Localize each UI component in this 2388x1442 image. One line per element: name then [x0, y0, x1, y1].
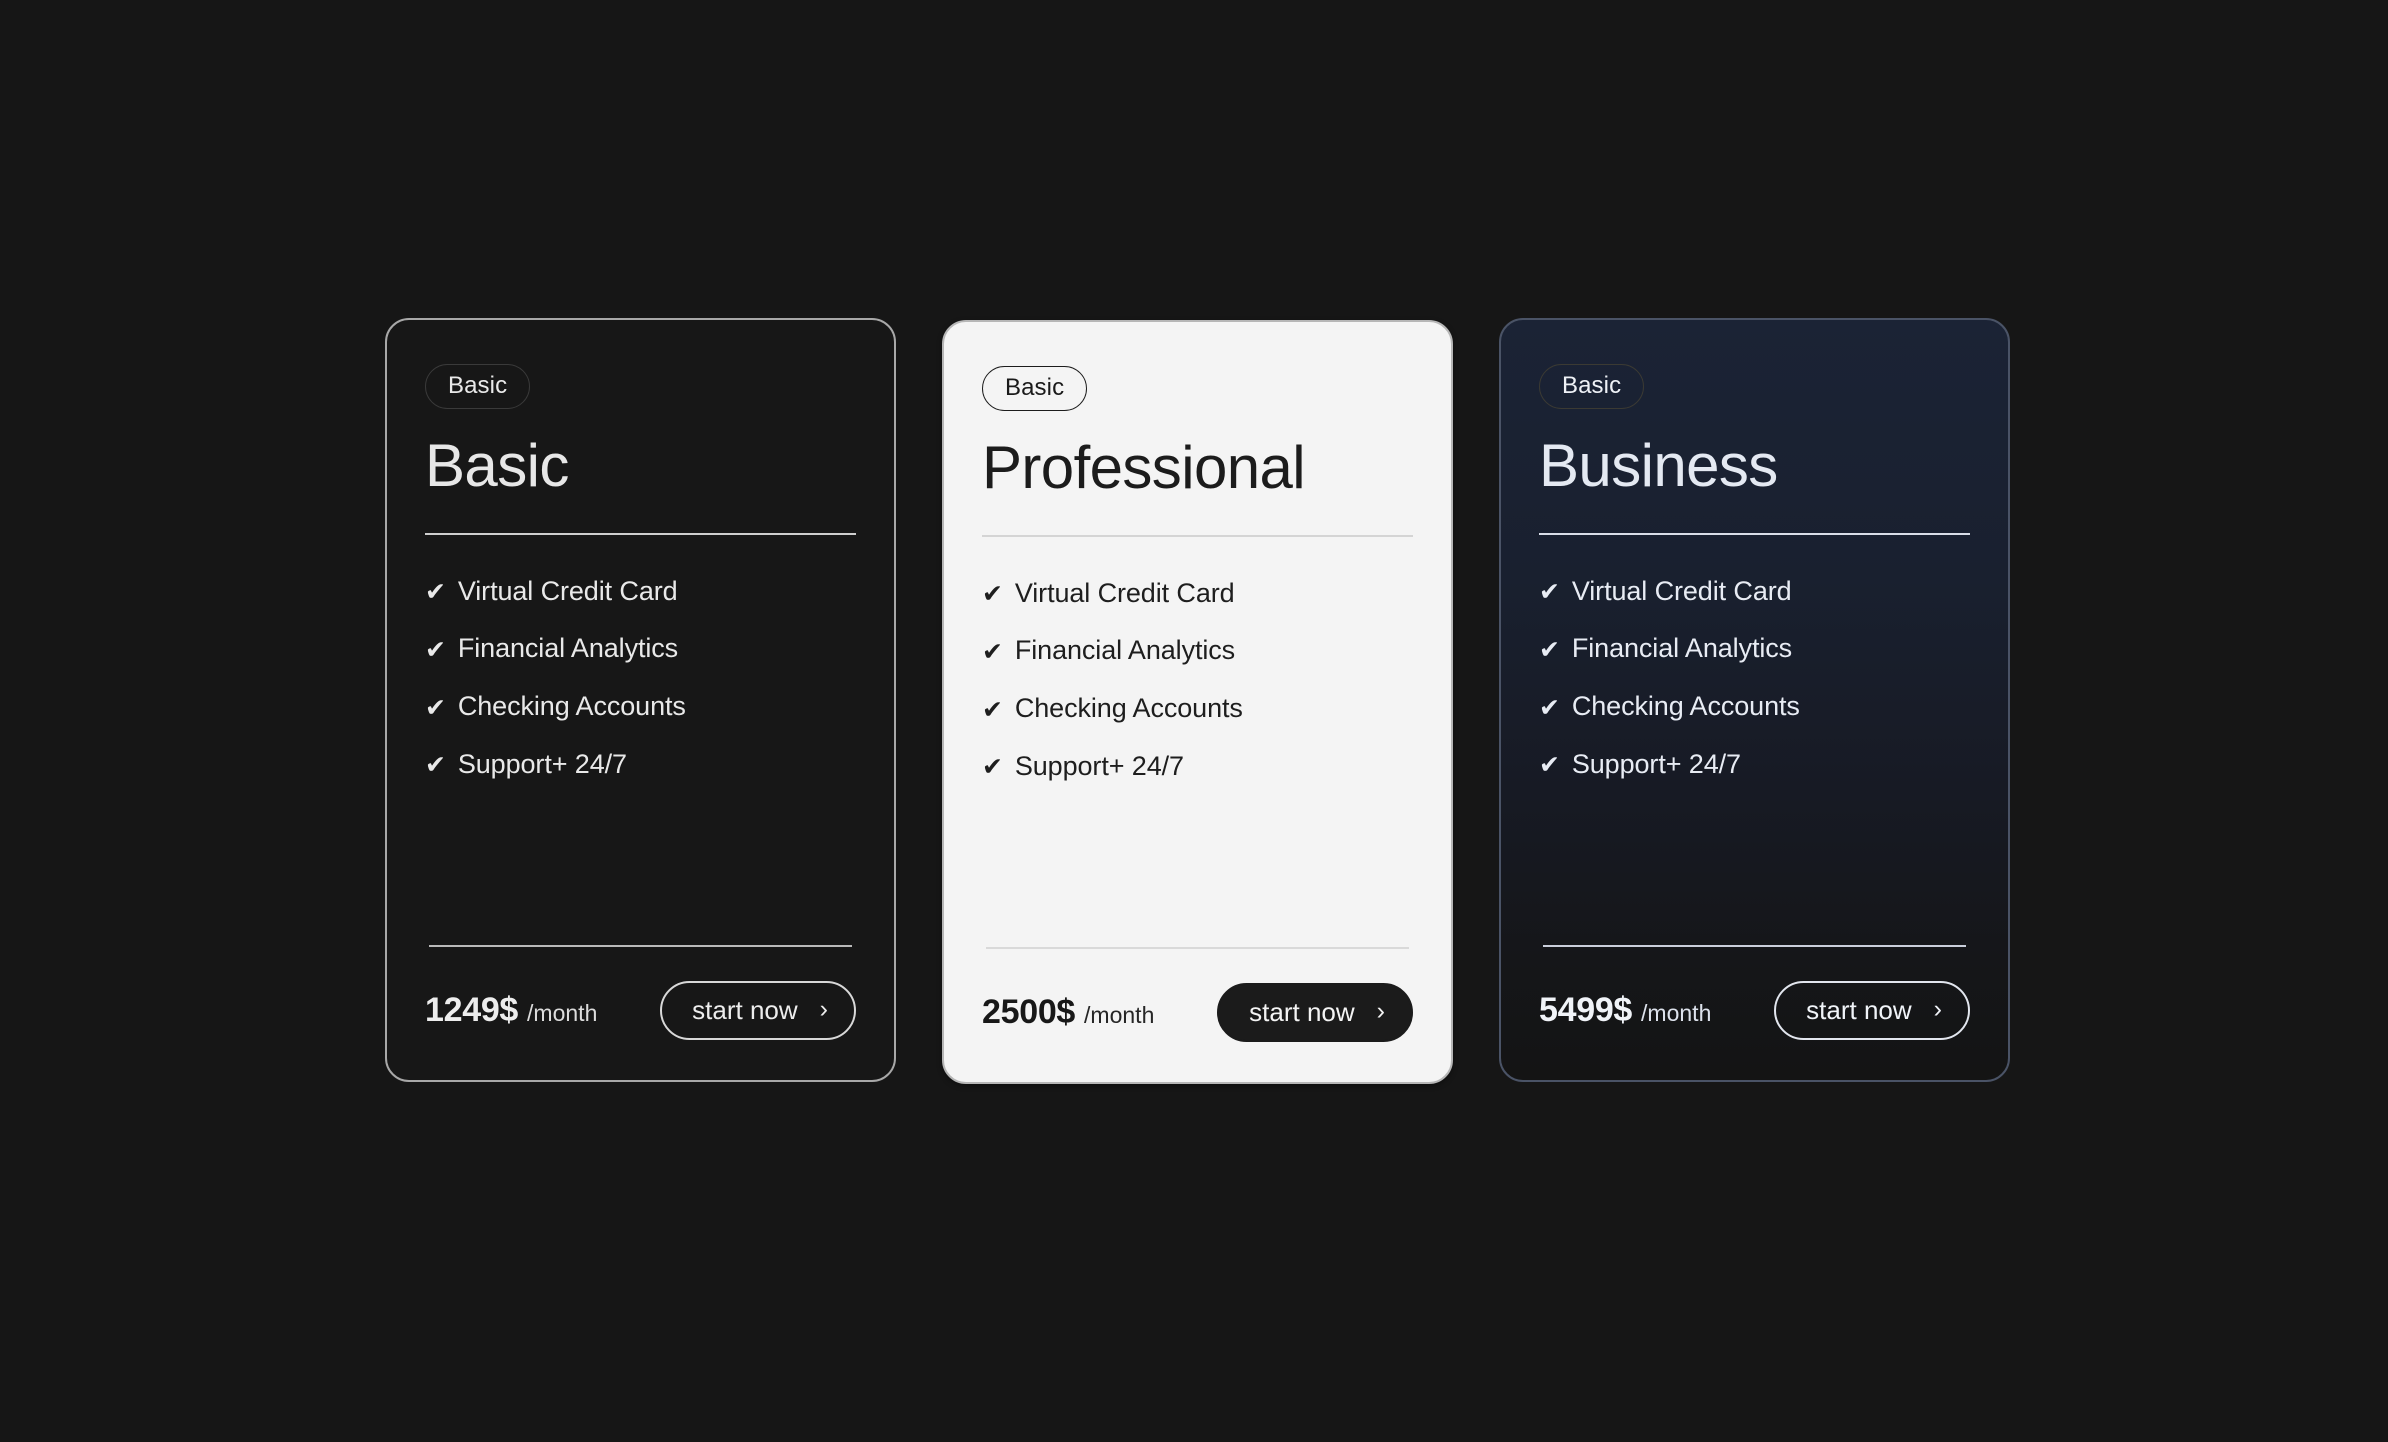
- footer-divider: [986, 947, 1409, 949]
- feature-item: ✔ Virtual Credit Card: [982, 577, 1413, 609]
- check-icon: ✔: [982, 637, 1003, 666]
- feature-list: ✔ Virtual Credit Card ✔ Financial Analyt…: [1539, 575, 1970, 780]
- feature-label: Virtual Credit Card: [1014, 577, 1235, 608]
- price-amount: 2500$: [982, 993, 1076, 1031]
- feature-label: Checking Accounts: [457, 691, 686, 722]
- feature-item: ✔ Checking Accounts: [425, 691, 856, 722]
- check-icon: ✔: [1539, 693, 1560, 722]
- price-row: 1249$ /month start now ›: [425, 981, 856, 1040]
- plan-title: Basic: [425, 432, 569, 499]
- check-icon: ✔: [982, 580, 1003, 609]
- price-row: 5499$ /month start now ›: [1539, 981, 1970, 1040]
- feature-item: ✔ Checking Accounts: [982, 693, 1413, 724]
- feature-label: Financial Analytics: [457, 633, 679, 664]
- feature-label: Financial Analytics: [1014, 635, 1236, 666]
- pricing-page: Basic Basic ✔ Virtual Credit Card ✔ Fina…: [0, 0, 2388, 1442]
- plan-badge: Basic: [982, 366, 1088, 411]
- feature-item: ✔ Financial Analytics: [982, 636, 1413, 666]
- pricing-card-basic[interactable]: Basic Basic ✔ Virtual Credit Card ✔ Fina…: [385, 318, 896, 1082]
- price-period: /month: [527, 1000, 598, 1026]
- header-divider: [425, 532, 856, 535]
- footer-divider: [429, 945, 852, 947]
- plan-title: Business: [1539, 432, 1778, 499]
- plan-title: Professional: [982, 434, 1306, 501]
- start-now-label: start now: [692, 995, 798, 1025]
- price-block: 5499$ /month: [1539, 991, 1711, 1030]
- check-icon: ✔: [1539, 635, 1560, 664]
- start-now-button[interactable]: start now ›: [1774, 981, 1970, 1040]
- plan-badge: Basic: [425, 364, 531, 409]
- pricing-cards-row: Basic Basic ✔ Virtual Credit Card ✔ Fina…: [385, 318, 2010, 1084]
- check-icon: ✔: [982, 753, 1003, 782]
- check-icon: ✔: [982, 695, 1003, 724]
- feature-list: ✔ Virtual Credit Card ✔ Financial Analyt…: [982, 577, 1413, 782]
- feature-label: Virtual Credit Card: [457, 575, 678, 606]
- plan-badge: Basic: [1539, 364, 1645, 409]
- check-icon: ✔: [425, 751, 446, 780]
- header-divider: [1539, 532, 1970, 535]
- start-now-label: start now: [1806, 995, 1912, 1025]
- chevron-right-icon: ›: [819, 994, 828, 1023]
- check-icon: ✔: [425, 578, 446, 607]
- price-period: /month: [1084, 1002, 1155, 1028]
- feature-label: Financial Analytics: [1571, 633, 1793, 664]
- feature-item: ✔ Support+ 24/7: [1539, 748, 1970, 780]
- feature-item: ✔ Virtual Credit Card: [1539, 575, 1970, 607]
- header-divider: [982, 534, 1413, 537]
- price-amount: 5499$: [1539, 991, 1633, 1029]
- feature-item: ✔ Support+ 24/7: [982, 750, 1413, 782]
- feature-label: Support+ 24/7: [1014, 750, 1184, 781]
- start-now-button[interactable]: start now ›: [1217, 983, 1413, 1042]
- check-icon: ✔: [425, 693, 446, 722]
- feature-list: ✔ Virtual Credit Card ✔ Financial Analyt…: [425, 575, 856, 780]
- start-now-label: start now: [1249, 997, 1355, 1027]
- price-row: 2500$ /month start now ›: [982, 983, 1413, 1042]
- pricing-card-business[interactable]: Basic Business ✔ Virtual Credit Card ✔ F…: [1499, 318, 2010, 1082]
- price-period: /month: [1641, 1000, 1712, 1026]
- feature-item: ✔ Support+ 24/7: [425, 748, 856, 780]
- price-block: 1249$ /month: [425, 991, 597, 1030]
- chevron-right-icon: ›: [1933, 994, 1942, 1023]
- feature-label: Support+ 24/7: [457, 748, 627, 779]
- feature-label: Checking Accounts: [1014, 693, 1243, 724]
- feature-label: Support+ 24/7: [1571, 748, 1741, 779]
- feature-item: ✔ Virtual Credit Card: [425, 575, 856, 607]
- feature-label: Checking Accounts: [1571, 691, 1800, 722]
- start-now-button[interactable]: start now ›: [660, 981, 856, 1040]
- feature-label: Virtual Credit Card: [1571, 575, 1792, 606]
- chevron-right-icon: ›: [1376, 996, 1385, 1025]
- price-block: 2500$ /month: [982, 993, 1154, 1032]
- footer-divider: [1543, 945, 1966, 947]
- feature-item: ✔ Checking Accounts: [1539, 691, 1970, 722]
- pricing-card-professional[interactable]: Basic Professional ✔ Virtual Credit Card…: [942, 320, 1453, 1084]
- feature-item: ✔ Financial Analytics: [1539, 634, 1970, 664]
- check-icon: ✔: [1539, 578, 1560, 607]
- price-amount: 1249$: [425, 991, 519, 1029]
- feature-item: ✔ Financial Analytics: [425, 634, 856, 664]
- check-icon: ✔: [1539, 751, 1560, 780]
- check-icon: ✔: [425, 635, 446, 664]
